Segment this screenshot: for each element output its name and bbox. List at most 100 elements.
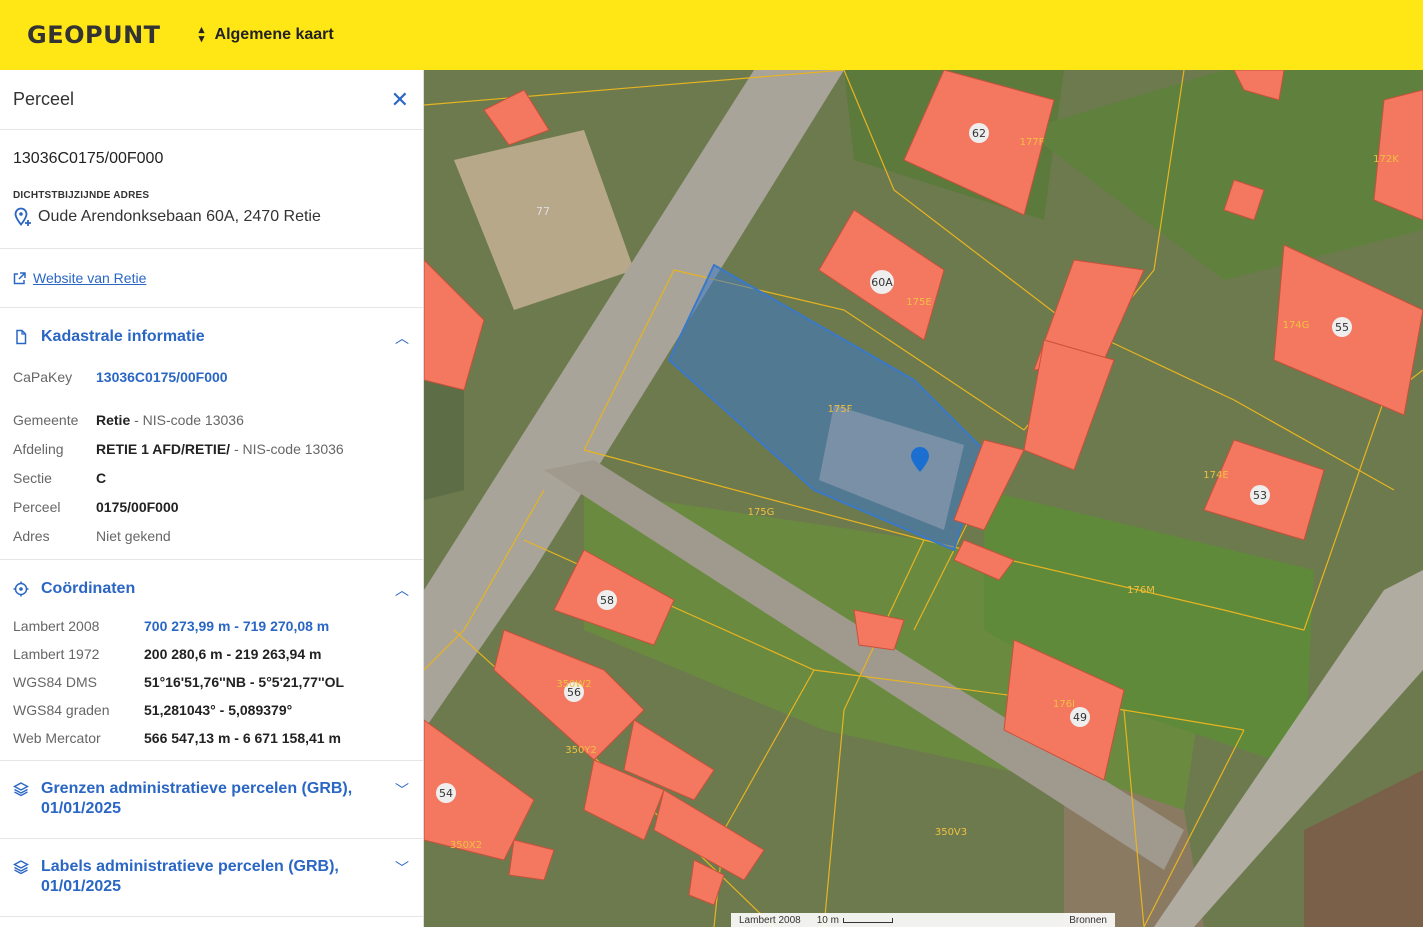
coord-label: WGS84 DMS (13, 674, 98, 690)
parcel-label: 350W2 (556, 679, 591, 690)
chevron-up-icon[interactable]: ︿ (394, 580, 410, 600)
parcel-summary: 13036C0175/00F000 DICHTSTBIJZIJNDE ADRES… (0, 130, 423, 249)
perceel-value: 0175/00F000 (96, 498, 179, 515)
house-number-62: 62 (972, 127, 986, 140)
panel-header: Perceel ✕ (0, 70, 423, 130)
coord-label: Lambert 2008 (13, 618, 100, 634)
capakey-label: CaPaKey (13, 368, 73, 385)
chevron-down-icon[interactable]: ﹀ (394, 780, 410, 800)
coord-value: 51°16'51,76''NB - 5°5'21,77''OL (144, 674, 345, 690)
coordinates-section: Coördinaten ︿ Lambert 2008 700 273,99 m … (0, 560, 423, 761)
house-number-58: 58 (600, 594, 614, 607)
layers-icon (13, 860, 29, 875)
geopunt-logo[interactable]: GEOPUNT (27, 21, 161, 49)
sectie-value: C (96, 469, 107, 486)
coord-label: Lambert 1972 (13, 646, 100, 662)
sectie-row: Sectie C (13, 463, 410, 492)
parcel-label: 174G (1283, 320, 1310, 331)
house-number-54: 54 (439, 787, 453, 800)
website-section: Website van Retie (0, 249, 423, 308)
cadastral-title: Kadastrale informatie (41, 328, 205, 345)
adres-value: Niet gekend (96, 527, 171, 544)
coord-value: 566 547,13 m - 6 671 158,41 m (144, 730, 341, 746)
coordinates-title: Coördinaten (41, 580, 136, 597)
adres-label: Adres (13, 527, 50, 544)
cadastral-section: Kadastrale informatie ︿ CaPaKey 13036C01… (0, 308, 423, 560)
parcel-label: 174E (1203, 470, 1228, 481)
top-bar: GEOPUNT ▴ ▾ Algemene kaart (0, 0, 1423, 70)
afdeling-label: Afdeling (13, 440, 64, 457)
capakey-row: CaPaKey 13036C0175/00F000 (13, 362, 410, 391)
house-number-53: 53 (1253, 489, 1267, 502)
sources-link[interactable]: Bronnen (1061, 915, 1115, 926)
gemeente-value: Retie (96, 411, 131, 428)
coord-label: Web Mercator (13, 730, 101, 746)
external-link-icon (13, 271, 26, 284)
house-number-49: 49 (1073, 711, 1087, 724)
afdeling-value: RETIE 1 AFD/RETIE/ (96, 440, 231, 457)
nearest-address: Oude Arendonksebaan 60A, 2470 Retie (13, 207, 410, 227)
parcel-panel: Perceel ✕ 13036C0175/00F000 DICHTSTBIJZI… (0, 70, 424, 927)
parcel-label: 172K (1373, 154, 1399, 165)
sort-updown-icon: ▴ ▾ (198, 24, 205, 45)
layer-header[interactable]: Labels administratieve percelen (GRB), 0… (13, 857, 410, 897)
location-plus-icon (14, 207, 31, 226)
layers-icon (13, 782, 29, 797)
house-number-77: 77 (536, 205, 550, 218)
adres-row: Adres Niet gekend (13, 521, 410, 550)
afdeling-nis: - NIS-code 13036 (230, 440, 344, 457)
coord-row: Lambert 2008 700 273,99 m - 719 270,08 m (13, 612, 410, 640)
parcel-label: 177F (1020, 137, 1045, 148)
coord-value[interactable]: 700 273,99 m - 719 270,08 m (144, 618, 329, 634)
coord-value: 51,281043° - 5,089379° (144, 702, 293, 718)
perceel-row: Perceel 0175/00F000 (13, 492, 410, 521)
parcel-id: 13036C0175/00F000 (13, 150, 164, 167)
projection-label[interactable]: Lambert 2008 (731, 915, 809, 926)
map-view[interactable]: 62 60A 55 53 58 56 49 54 77 175F 175E 17… (424, 70, 1423, 927)
sectie-label: Sectie (13, 469, 52, 486)
house-number-60a: 60A (871, 276, 893, 289)
parcel-label: 175F (828, 404, 853, 415)
panel-title: Perceel (13, 89, 75, 109)
chevron-down-icon[interactable]: ﹀ (394, 858, 410, 878)
scale-line (842, 917, 893, 923)
website-link[interactable]: Website van Retie (33, 270, 146, 286)
capakey-value[interactable]: 13036C0175/00F000 (96, 369, 228, 385)
coord-row: Lambert 1972 200 280,6 m - 219 263,94 m (13, 640, 410, 668)
gemeente-row: Gemeente Retie - NIS-code 13036 (13, 405, 410, 434)
chevron-up-icon[interactable]: ︿ (394, 328, 410, 348)
scale-label: 10 m (816, 914, 839, 926)
perceel-label: Perceel (13, 498, 61, 515)
parcel-label: 350X2 (450, 840, 482, 851)
house-number-55: 55 (1335, 321, 1349, 334)
parcel-label: 350V3 (935, 827, 967, 838)
layer-header[interactable]: Grenzen administratieve percelen (GRB), … (13, 779, 410, 819)
layer-title: Labels administratieve percelen (GRB), 0… (41, 858, 339, 895)
aerial-map[interactable]: 62 60A 55 53 58 56 49 54 77 175F 175E 17… (424, 70, 1423, 927)
document-icon (16, 329, 27, 345)
scale-bar: Lambert 2008 10 m Bronnen (731, 913, 1115, 927)
gemeente-nis: - NIS-code 13036 (130, 411, 244, 428)
cadastral-header[interactable]: Kadastrale informatie ︿ (13, 327, 410, 348)
coord-value: 200 280,6 m - 219 263,94 m (144, 646, 322, 662)
map-type-label: Algemene kaart (214, 26, 334, 43)
map-type-selector[interactable]: ▴ ▾ Algemene kaart (196, 24, 334, 45)
parcel-label: 176I (1053, 699, 1075, 710)
coord-row: WGS84 graden 51,281043° - 5,089379° (13, 696, 410, 724)
close-icon[interactable]: ✕ (391, 88, 409, 111)
parcel-label: 175E (906, 297, 931, 308)
layer-title: Grenzen administratieve percelen (GRB), … (41, 780, 353, 817)
coord-row: Web Mercator 566 547,13 m - 6 671 158,41… (13, 724, 410, 752)
gemeente-label: Gemeente (13, 411, 79, 428)
coordinates-header[interactable]: Coördinaten ︿ (13, 579, 410, 600)
coord-label: WGS84 graden (13, 702, 110, 718)
coord-row: WGS84 DMS 51°16'51,76''NB - 5°5'21,77''O… (13, 668, 410, 696)
layer-section-grb-borders: Grenzen administratieve percelen (GRB), … (0, 761, 423, 839)
parcel-label: 175G (748, 507, 775, 518)
parcel-label: 350Y2 (565, 745, 597, 756)
address-text: Oude Arendonksebaan 60A, 2470 Retie (38, 208, 321, 225)
afdeling-row: Afdeling RETIE 1 AFD/RETIE/ - NIS-code 1… (13, 434, 410, 463)
address-caption: DICHTSTBIJZIJNDE ADRES (13, 190, 150, 201)
parcel-label: 176M (1127, 585, 1155, 596)
layer-section-grb-labels: Labels administratieve percelen (GRB), 0… (0, 839, 423, 917)
